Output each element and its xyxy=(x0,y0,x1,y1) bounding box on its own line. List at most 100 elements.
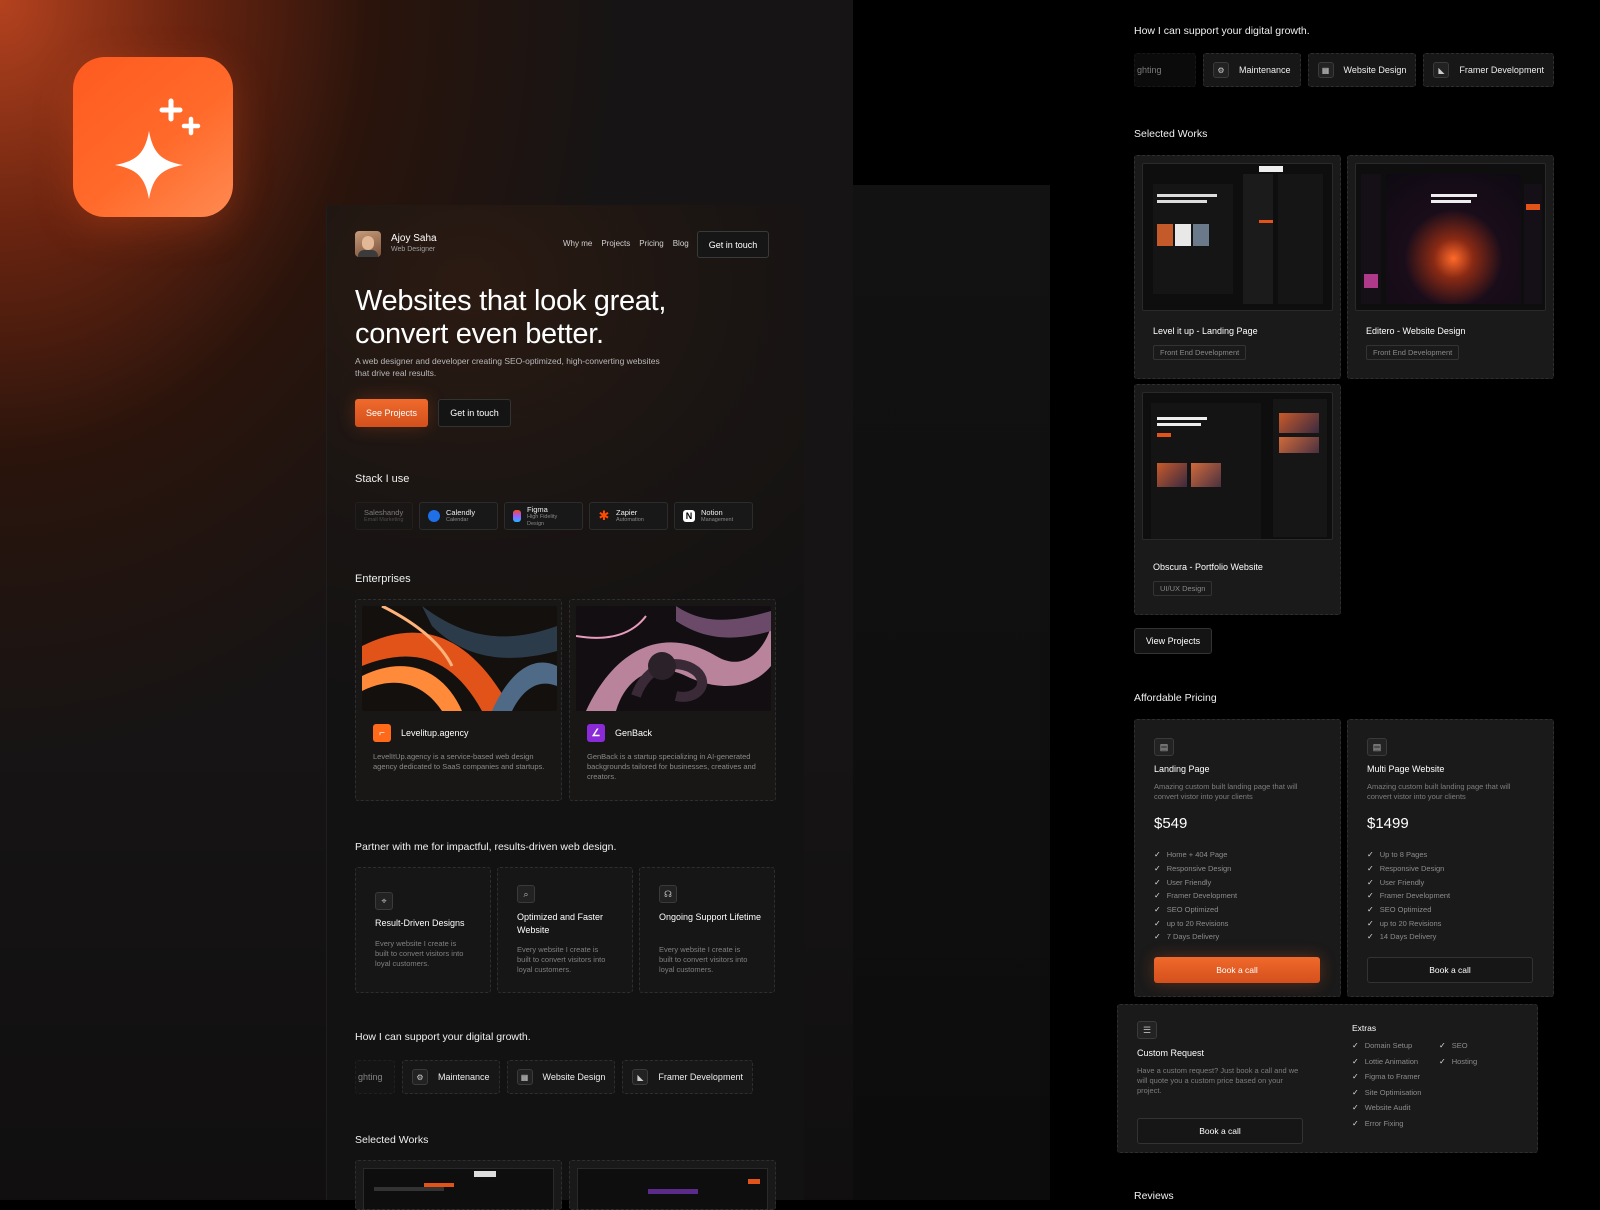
check-icon: ✓ xyxy=(1352,1056,1359,1066)
plan-desc: Amazing custom built landing page that w… xyxy=(1154,782,1298,801)
extra-label: Site Optimisation xyxy=(1364,1087,1422,1097)
service-label: ghting xyxy=(358,1072,383,1082)
work-card-peek[interactable] xyxy=(569,1160,776,1210)
service-label: Website Design xyxy=(1343,65,1407,75)
extra-item: ✓ Website Audit xyxy=(1352,1100,1421,1116)
cursor-click-icon: ⌖ xyxy=(375,892,393,910)
service-website-design[interactable]: ▦ Website Design xyxy=(506,1060,616,1094)
service-maintenance[interactable]: ⚙ Maintenance xyxy=(402,1060,500,1094)
enterprise-card-genback[interactable]: ∠ GenBack GenBack is a startup specializ… xyxy=(569,599,776,801)
stack-item-sub: Email Marketing xyxy=(364,517,404,523)
reviews-title: Reviews xyxy=(1134,1190,1174,1202)
work-thumbnail xyxy=(1142,163,1333,311)
partner-title: Partner with me for impactful, results-d… xyxy=(355,841,617,853)
service-framer-development[interactable]: ◣ Framer Development xyxy=(622,1060,753,1094)
feature-label: Up to 8 Pages xyxy=(1379,850,1428,860)
stack-item-sub: Automation xyxy=(616,517,644,523)
nav-link-projects[interactable]: Projects xyxy=(601,239,630,248)
layout-icon: ▦ xyxy=(516,1069,533,1085)
feature-card-optimized: ⌕ Optimized and Faster Website Every web… xyxy=(497,867,633,993)
nav-link-pricing[interactable]: Pricing xyxy=(639,239,663,248)
extra-label: SEO xyxy=(1451,1041,1468,1051)
plan-desc: Amazing custom built landing page that w… xyxy=(1367,782,1511,801)
enterprise-desc: LevelItUp.agency is a service-based web … xyxy=(373,752,545,771)
feature-item: ✓ up to 20 Revisions xyxy=(1367,916,1450,930)
check-icon: ✓ xyxy=(1154,918,1161,928)
stack-item-name: Saleshandy xyxy=(364,508,404,517)
view-projects-button[interactable]: View Projects xyxy=(1134,628,1212,654)
extra-item: ✓ Site Optimisation xyxy=(1352,1085,1421,1101)
custom-book-call-button[interactable]: Book a call xyxy=(1137,1118,1303,1144)
stack-item-notion[interactable]: N Notion Management xyxy=(674,502,753,530)
work-card-obscura[interactable]: Obscura - Portfolio Website UI/UX Design xyxy=(1134,384,1341,615)
extra-item: ✓ Domain Setup xyxy=(1352,1038,1421,1054)
stack-item-calendly[interactable]: Calendly Calendar xyxy=(419,502,498,530)
feature-desc: Every website I create is built to conve… xyxy=(659,945,748,974)
plan-name: Multi Page Website xyxy=(1367,764,1445,774)
service-website-design[interactable]: ▦ Website Design xyxy=(1307,53,1417,87)
extra-label: Hosting xyxy=(1451,1056,1478,1066)
work-thumbnail xyxy=(577,1168,768,1209)
feature-item: ✓ Up to 8 Pages xyxy=(1367,848,1450,862)
feature-label: Responsive Design xyxy=(1379,864,1445,874)
work-name: Obscura - Portfolio Website xyxy=(1153,562,1263,572)
service-label: Maintenance xyxy=(1239,65,1291,75)
check-icon: ✓ xyxy=(1439,1041,1446,1051)
enterprise-card-levelitup[interactable]: ⌐ Levelitup.agency LevelItUp.agency is a… xyxy=(355,599,562,801)
stack-item-name: Notion xyxy=(701,508,723,517)
stack-item-figma[interactable]: Figma High Fidelity Design xyxy=(504,502,583,530)
services-title: How I can support your digital growth. xyxy=(355,1031,531,1043)
feature-label: Framer Development xyxy=(1166,891,1238,901)
top-nav: Ajoy Saha Web Designer Why me Projects P… xyxy=(355,231,779,259)
service-framer-development[interactable]: ◣ Framer Development xyxy=(1423,53,1554,87)
feature-item: ✓ Responsive Design xyxy=(1367,862,1450,876)
stack-item-sub: Management xyxy=(701,517,734,523)
check-icon: ✓ xyxy=(1352,1103,1359,1113)
work-card-peek[interactable] xyxy=(355,1160,562,1210)
feature-item: ✓ 14 Days Delivery xyxy=(1367,930,1450,944)
service-lighting[interactable]: ghting xyxy=(1134,53,1196,87)
app-icon xyxy=(73,57,233,217)
extra-item: ✓ Error Fixing xyxy=(1352,1116,1421,1132)
feature-item: ✓ User Friendly xyxy=(1367,875,1450,889)
check-icon: ✓ xyxy=(1352,1072,1359,1082)
work-name: Level it up - Landing Page xyxy=(1153,326,1258,336)
owner-role: Web Designer xyxy=(391,246,436,253)
extras-title: Extras xyxy=(1352,1023,1377,1033)
work-tag: Front End Development xyxy=(1366,345,1460,360)
feature-label: up to 20 Revisions xyxy=(1379,918,1442,928)
sparkles-icon xyxy=(115,98,201,199)
hero-title-line-2: convert even better. xyxy=(355,318,604,350)
stack-item-saleshandy[interactable]: Saleshandy Email Marketing xyxy=(355,502,413,530)
works-title-right: Selected Works xyxy=(1134,128,1208,140)
stack-item-zapier[interactable]: ✱ Zapier Automation xyxy=(589,502,668,530)
extra-label: Lottie Animation xyxy=(1364,1056,1419,1066)
check-icon: ✓ xyxy=(1439,1056,1446,1066)
framer-icon: ◣ xyxy=(1433,62,1450,78)
service-maintenance[interactable]: ⚙ Maintenance xyxy=(1203,53,1301,87)
zapier-icon: ✱ xyxy=(598,508,610,523)
book-call-button[interactable]: Book a call xyxy=(1367,957,1533,983)
book-call-button[interactable]: Book a call xyxy=(1154,957,1320,983)
hero-subtitle: A web designer and developer creating SE… xyxy=(355,355,705,379)
service-lighting[interactable]: ghting xyxy=(355,1060,395,1094)
get-in-touch-button[interactable]: Get in touch xyxy=(697,231,769,258)
feature-label: SEO Optimized xyxy=(1379,905,1432,915)
feature-label: Framer Development xyxy=(1379,891,1451,901)
genback-logo-icon: ∠ xyxy=(587,724,605,742)
see-projects-button[interactable]: See Projects xyxy=(355,399,428,427)
work-card-levelitup[interactable]: Level it up - Landing Page Front End Dev… xyxy=(1134,155,1341,379)
hero-get-in-touch-button[interactable]: Get in touch xyxy=(438,399,511,427)
nav-link-blog[interactable]: Blog xyxy=(673,239,689,248)
feature-title: Optimized and Faster Website xyxy=(517,912,604,935)
extras-list: ✓ Domain Setup ✓ Lottie Animation ✓ Figma t… xyxy=(1352,1038,1421,1131)
extra-label: Domain Setup xyxy=(1364,1041,1413,1051)
page-continuation: How I can support your digital growth. g… xyxy=(1117,0,1600,1202)
extra-label: Error Fixing xyxy=(1364,1118,1404,1128)
check-icon: ✓ xyxy=(1154,905,1161,915)
feature-item: ✓ Framer Development xyxy=(1367,889,1450,903)
feature-label: Home + 404 Page xyxy=(1166,850,1228,860)
work-card-editero[interactable]: Editero - Website Design Front End Devel… xyxy=(1347,155,1554,379)
nav-link-why-me[interactable]: Why me xyxy=(563,239,592,248)
check-icon: ✓ xyxy=(1352,1118,1359,1128)
